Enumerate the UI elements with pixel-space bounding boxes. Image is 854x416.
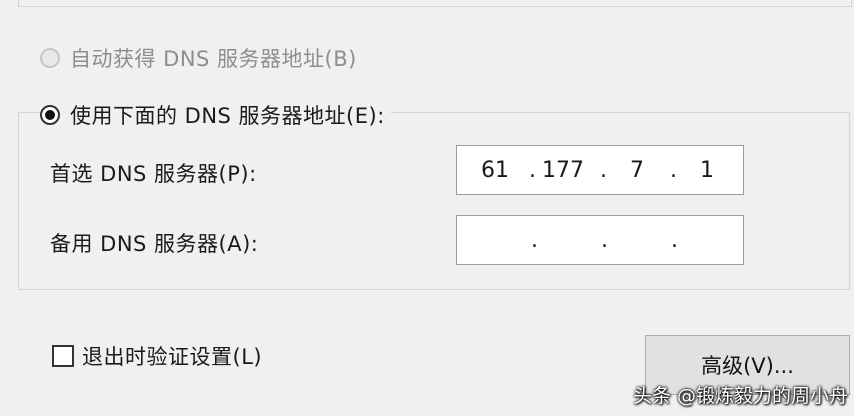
previous-groupbox-edge: [18, 0, 852, 7]
watermark: 头条 @锻炼毅力的周小舟: [632, 385, 848, 407]
preferred-dns-label: 首选 DNS 服务器(P):: [50, 162, 257, 186]
manual-dns-radio[interactable]: [40, 105, 60, 125]
ip-separator: .: [601, 228, 608, 253]
manual-dns-label: 使用下面的 DNS 服务器地址(E):: [70, 104, 385, 128]
preferred-dns-octet-3[interactable]: 7: [615, 158, 659, 183]
ip-separator: .: [529, 158, 536, 183]
alternate-dns-label: 备用 DNS 服务器(A):: [50, 232, 259, 256]
validate-on-exit-option[interactable]: 退出时验证设置(L): [52, 341, 262, 371]
ip-separator: .: [670, 158, 677, 183]
alternate-dns-input[interactable]: . . .: [456, 215, 744, 265]
ip-separator: .: [671, 228, 678, 253]
preferred-dns-input[interactable]: 61 . 177 . 7 . 1: [456, 145, 744, 195]
auto-dns-label: 自动获得 DNS 服务器地址(B): [70, 47, 357, 71]
validate-on-exit-checkbox[interactable]: [52, 345, 74, 367]
validate-on-exit-label: 退出时验证设置(L): [82, 345, 263, 369]
radio-selected-dot: [45, 110, 55, 120]
manual-dns-option[interactable]: 使用下面的 DNS 服务器地址(E):: [40, 100, 391, 130]
auto-dns-radio[interactable]: [40, 48, 60, 68]
preferred-dns-octet-4[interactable]: 1: [685, 158, 729, 183]
preferred-dns-octet-1[interactable]: 61: [473, 158, 517, 183]
ip-separator: .: [600, 158, 607, 183]
auto-dns-option[interactable]: 自动获得 DNS 服务器地址(B): [40, 43, 357, 73]
preferred-dns-octet-2[interactable]: 177: [541, 158, 585, 183]
ip-separator: .: [531, 228, 538, 253]
